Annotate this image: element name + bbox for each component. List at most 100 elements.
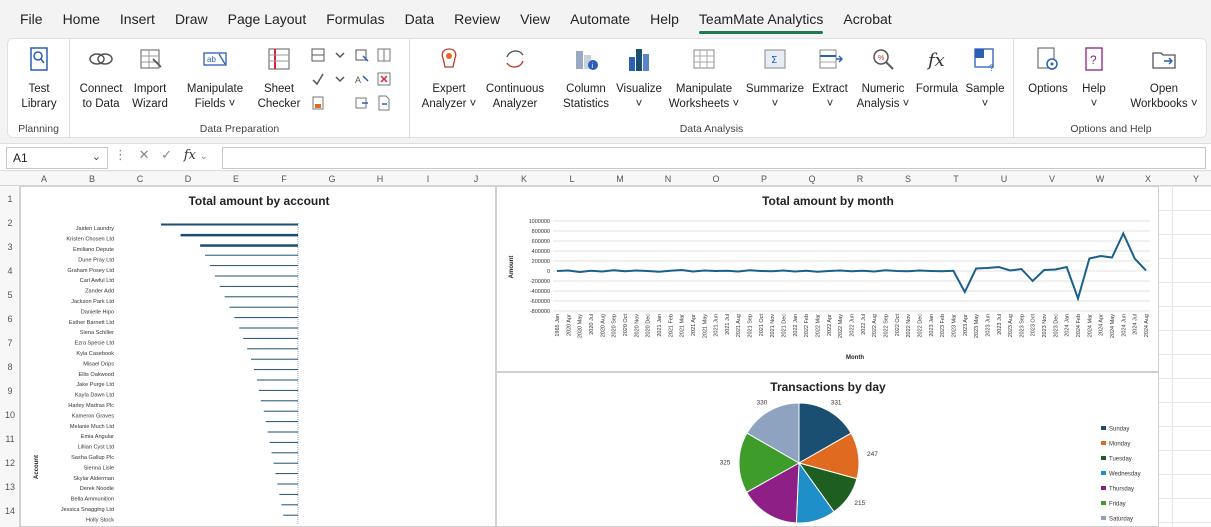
table-edit-icon[interactable] — [354, 47, 370, 63]
column-header[interactable]: T — [932, 172, 980, 186]
row-header[interactable]: 8 — [0, 362, 20, 372]
account-bar[interactable] — [265, 421, 298, 423]
confirm-icon[interactable]: ✓ — [161, 147, 172, 162]
account-bar[interactable] — [279, 493, 298, 495]
row-header[interactable]: 12 — [0, 458, 20, 468]
column-header[interactable]: R — [836, 172, 884, 186]
column-header[interactable]: N — [644, 172, 692, 186]
cancel-icon[interactable]: ✕ — [139, 147, 150, 162]
check-icon[interactable] — [310, 71, 326, 87]
open-workbooks-button[interactable]: Open Workbooks ˅ — [1126, 45, 1202, 112]
row-header[interactable]: 1 — [0, 194, 20, 204]
column-header[interactable]: S — [884, 172, 932, 186]
account-bar[interactable] — [273, 462, 298, 464]
menu-data[interactable]: Data — [405, 11, 435, 27]
column-header[interactable]: L — [548, 172, 596, 186]
menu-automate[interactable]: Automate — [570, 11, 630, 27]
chart-day[interactable]: Transactions by day 331 247 215 325 330 Sund… — [496, 372, 1159, 527]
account-bar[interactable] — [243, 337, 298, 339]
menu-view[interactable]: View — [520, 11, 550, 27]
menu-review[interactable]: Review — [454, 11, 500, 27]
account-bar[interactable] — [180, 233, 298, 237]
row-header[interactable]: 4 — [0, 266, 20, 276]
menu-teammate-analytics[interactable]: TeamMate Analytics — [698, 11, 823, 34]
account-bar[interactable] — [267, 431, 298, 433]
export-icon[interactable] — [354, 95, 370, 111]
row-header[interactable]: 6 — [0, 314, 20, 324]
account-bar[interactable] — [229, 306, 299, 308]
table-insert-icon[interactable] — [376, 47, 392, 63]
account-bar[interactable] — [258, 389, 298, 391]
row-header[interactable]: 3 — [0, 242, 20, 252]
chart-account[interactable]: Total amount by account Account Jaiden L… — [20, 186, 496, 527]
column-header[interactable]: X — [1124, 172, 1172, 186]
sample-button[interactable]: ? Sample ˅ — [962, 45, 1008, 112]
row-header[interactable]: 13 — [0, 482, 20, 492]
import-wizard-button[interactable]: Import Wizard — [128, 45, 172, 112]
account-bar[interactable] — [209, 265, 298, 267]
replace-icon[interactable]: A — [354, 71, 370, 87]
row-header[interactable]: 14 — [0, 506, 20, 516]
column-header[interactable]: D — [164, 172, 212, 186]
column-header[interactable]: Q — [788, 172, 836, 186]
continuous-analyzer-button[interactable]: Continuous Analyzer — [482, 45, 548, 112]
chart-month[interactable]: Total amount by month Amount Month 10000… — [496, 186, 1159, 372]
column-header[interactable]: M — [596, 172, 644, 186]
column-header[interactable]: B — [68, 172, 116, 186]
numeric-analysis-button[interactable]: % Numeric Analysis ˅ — [856, 45, 910, 112]
account-bar[interactable] — [161, 223, 298, 226]
column-statistics-button[interactable]: i Column Statistics — [560, 45, 612, 112]
column-header[interactable]: O — [692, 172, 740, 186]
column-header[interactable]: G — [308, 172, 356, 186]
account-bar[interactable] — [263, 410, 298, 412]
column-header[interactable]: Y — [1172, 172, 1211, 186]
test-library-button[interactable]: Test Library — [18, 45, 60, 112]
account-bar[interactable] — [277, 483, 298, 485]
options-button[interactable]: Options — [1024, 45, 1072, 97]
chevron-down-icon[interactable]: ⌄ — [92, 150, 101, 163]
account-bar[interactable] — [251, 358, 298, 360]
menu-help[interactable]: Help — [650, 11, 679, 27]
name-box[interactable]: A1 ⌄ — [6, 147, 108, 169]
column-header[interactable]: U — [980, 172, 1028, 186]
account-bar[interactable] — [200, 244, 298, 247]
delete-rows-icon[interactable] — [376, 71, 392, 87]
row-header[interactable]: 5 — [0, 290, 20, 300]
grid-tool-icon[interactable] — [310, 47, 326, 63]
account-bar[interactable] — [253, 369, 298, 371]
account-bar[interactable] — [214, 275, 298, 277]
column-header[interactable]: V — [1028, 172, 1076, 186]
column-header[interactable]: E — [212, 172, 260, 186]
account-bar[interactable] — [205, 254, 298, 256]
account-bar[interactable] — [281, 504, 298, 506]
account-bar[interactable] — [269, 441, 298, 443]
account-bar[interactable] — [247, 348, 298, 350]
menu-formulas[interactable]: Formulas — [326, 11, 384, 27]
row-header[interactable]: 11 — [0, 434, 20, 444]
account-bar[interactable] — [219, 285, 298, 287]
visualize-button[interactable]: Visualize ˅ — [614, 45, 664, 112]
row-header[interactable]: 7 — [0, 338, 20, 348]
connect-to-data-button[interactable]: Connect to Data — [78, 45, 124, 112]
row-header[interactable]: 10 — [0, 410, 20, 420]
account-bar[interactable] — [283, 514, 298, 516]
insert-function-icon[interactable]: fx — [184, 148, 196, 163]
menu-acrobat[interactable]: Acrobat — [843, 11, 891, 27]
menu-insert[interactable]: Insert — [120, 11, 155, 27]
account-bar[interactable] — [234, 317, 298, 319]
row-header[interactable]: 9 — [0, 386, 20, 396]
dropdown-small-icon[interactable] — [332, 47, 348, 63]
account-bar[interactable] — [271, 452, 298, 454]
formula-button[interactable]: fx Formula — [914, 45, 960, 97]
account-bar[interactable] — [275, 473, 298, 475]
menu-page-layout[interactable]: Page Layout — [228, 11, 307, 27]
formula-input[interactable] — [222, 147, 1206, 169]
function-chevron-icon[interactable]: ⌄ — [199, 151, 207, 162]
manipulate-fields-button[interactable]: ab Manipulate Fields ˅ — [182, 45, 248, 112]
dropdown-small-icon-2[interactable] — [332, 71, 348, 87]
summarize-button[interactable]: Σ Summarize ˅ — [744, 45, 806, 112]
column-header[interactable]: K — [500, 172, 548, 186]
account-bar[interactable] — [260, 400, 298, 402]
menu-draw[interactable]: Draw — [175, 11, 208, 27]
column-header[interactable]: H — [356, 172, 404, 186]
